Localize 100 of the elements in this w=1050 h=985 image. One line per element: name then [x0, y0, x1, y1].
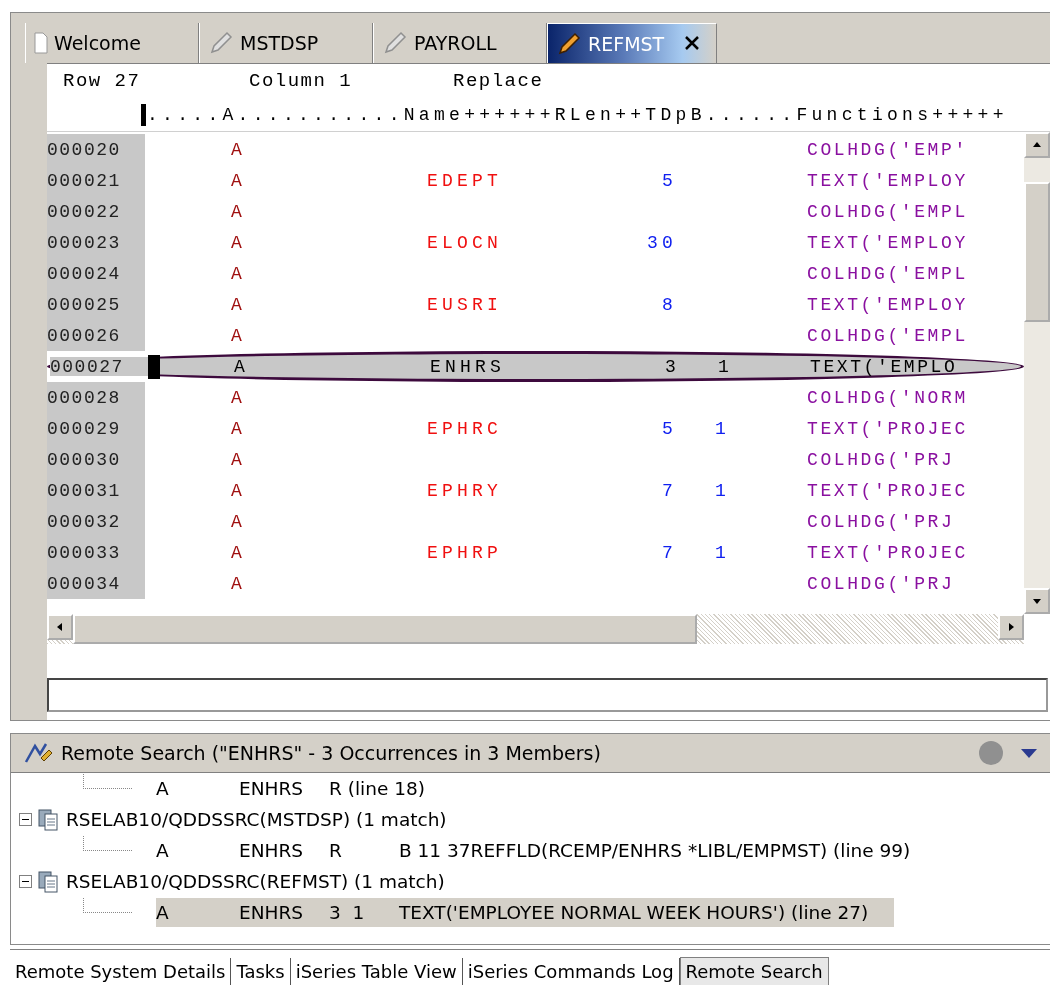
- scrollbar-thumb[interactable]: [1024, 182, 1050, 322]
- view-tab[interactable]: iSeries Table View: [290, 958, 463, 985]
- line-number: 000021: [47, 165, 145, 196]
- search-result-row[interactable]: A ENHRS R (line 18): [156, 773, 451, 803]
- code-text: A: [231, 325, 247, 346]
- result-text: ENHRS: [239, 839, 305, 861]
- scrollbar-thumb[interactable]: [73, 614, 697, 644]
- result-text: A: [156, 839, 170, 861]
- result-text: ENHRS: [239, 901, 305, 923]
- view-title: Remote Search ("ENHRS" - 3 Occurrences in 3 Members): [61, 741, 602, 764]
- view-tab[interactable]: Remote System Details: [10, 958, 232, 985]
- result-text: R: [329, 839, 343, 861]
- decimal-positions: 1: [717, 356, 734, 377]
- code-text: TEXT('EMPLOY: [807, 169, 969, 193]
- close-icon: [684, 34, 700, 51]
- result-text: 3 1: [329, 901, 366, 923]
- collapse-toggle[interactable]: [19, 812, 32, 826]
- line-number: 000033: [47, 537, 145, 568]
- line-number: 000020: [47, 134, 145, 165]
- scroll-up-button[interactable]: [1024, 132, 1050, 158]
- code-text: A: [234, 356, 250, 377]
- code-text: A: [231, 573, 247, 594]
- text-cursor: [148, 354, 160, 379]
- field-length: 5: [661, 170, 677, 191]
- line-number: 000028: [47, 382, 145, 413]
- code-text: TEXT('PROJEC: [807, 479, 969, 503]
- code-text: COLHDG('PRJ: [807, 448, 956, 472]
- scroll-right-button[interactable]: [998, 614, 1024, 640]
- code-text: A: [231, 232, 247, 253]
- member-label[interactable]: RSELAB10/QDDSSRC(REFMST) (1 match): [66, 870, 445, 892]
- pencil-icon: [382, 30, 408, 56]
- code-text: A: [231, 201, 247, 222]
- result-text: R (line 18): [329, 777, 425, 799]
- field-name: EPHRY: [427, 480, 503, 501]
- mode-indicator: Replace: [453, 70, 545, 92]
- arrow-icon: [1032, 596, 1042, 606]
- circle-icon: [978, 739, 1004, 766]
- field-length: 5: [661, 418, 677, 439]
- code-text: COLHDG('EMPL: [807, 324, 969, 348]
- code-text: A: [231, 294, 247, 315]
- line-number: 000023: [47, 227, 145, 258]
- command-field[interactable]: [47, 678, 1048, 712]
- column-ruler: .....A...........Name++++++RLen++TDpB......Functions+++++: [147, 104, 1008, 125]
- view-tab[interactable]: Tasks: [231, 958, 291, 985]
- field-length: 30: [646, 232, 677, 253]
- decimal-positions: 1: [714, 480, 731, 501]
- code-text: COLHDG('PRJ: [807, 510, 956, 534]
- field-name: EUSRI: [427, 294, 503, 315]
- field-length: 7: [661, 542, 677, 563]
- field-length: 8: [661, 294, 677, 315]
- result-text: A: [156, 901, 170, 923]
- line-number: 000029: [47, 413, 145, 444]
- pencil-icon: [208, 30, 234, 56]
- arrow-icon: [1006, 622, 1016, 632]
- collapse-toggle[interactable]: [19, 874, 32, 888]
- scroll-left-button[interactable]: [47, 614, 73, 640]
- code-text: A: [231, 542, 247, 563]
- line-number: 000034: [47, 568, 145, 599]
- scroll-down-button[interactable]: [1024, 588, 1050, 614]
- tree-connector: [83, 897, 132, 913]
- tree-connector: [83, 835, 132, 851]
- source-member-icon: [38, 807, 60, 832]
- code-text: COLHDG('EMP': [807, 138, 969, 162]
- code-text: A: [231, 418, 247, 439]
- code-text: TEXT('PROJEC: [807, 417, 969, 441]
- document-icon: [34, 32, 48, 54]
- code-text: A: [231, 387, 247, 408]
- code-text: TEXT('EMPLOY: [807, 231, 969, 255]
- line-number: 000025: [47, 289, 145, 320]
- member-label[interactable]: RSELAB10/QDDSSRC(MSTDSP) (1 match): [66, 808, 447, 830]
- code-text: TEXT('EMPLO: [810, 355, 959, 379]
- result-text: B 11 37REFFLD(RCEMP/ENHRS *LIBL/EMPMST) (line 99): [399, 839, 911, 861]
- code-text: COLHDG('EMPL: [807, 200, 969, 224]
- code-text: A: [231, 511, 247, 532]
- field-name: ELOCN: [427, 232, 503, 253]
- line-number: 000031: [47, 475, 145, 506]
- view-tab[interactable]: iSeries Commands Log: [462, 958, 680, 985]
- triangle-down-icon: [1020, 746, 1038, 759]
- result-text: TEXT('EMPLOYEE NORMAL WEEK HOURS') (line 27): [399, 901, 869, 923]
- view-tab[interactable]: Remote Search: [679, 957, 829, 985]
- code-text: TEXT('EMPLOY: [807, 293, 969, 317]
- arrow-icon: [1032, 140, 1042, 150]
- editor-tab[interactable]: REFMST: [547, 23, 717, 63]
- code-text: COLHDG('PRJ: [807, 572, 956, 596]
- row-indicator: Row 27: [62, 70, 142, 92]
- column-indicator: Column 1: [249, 70, 354, 92]
- arrow-icon: [55, 622, 65, 632]
- decimal-positions: 1: [714, 542, 731, 563]
- field-name: EPHRP: [427, 542, 503, 563]
- code-text: A: [231, 170, 247, 191]
- code-text: A: [231, 139, 247, 160]
- search-result-row[interactable]: A ENHRS R B 11 37REFFLD(RCEMP/ENHRS *LIBL/EMPMST) (line 99): [156, 835, 937, 865]
- field-length: 7: [661, 480, 677, 501]
- code-text: COLHDG('NORM: [807, 386, 969, 410]
- code-text: A: [231, 480, 247, 501]
- line-number: 000032: [47, 506, 145, 537]
- code-text: COLHDG('EMPL: [807, 262, 969, 286]
- code-text: A: [231, 449, 247, 470]
- search-result-row[interactable]: A ENHRS 3 1 TEXT('EMPLOYEE NORMAL WEEK HOURS') (line 27): [156, 897, 895, 927]
- source-member-icon: [38, 869, 60, 894]
